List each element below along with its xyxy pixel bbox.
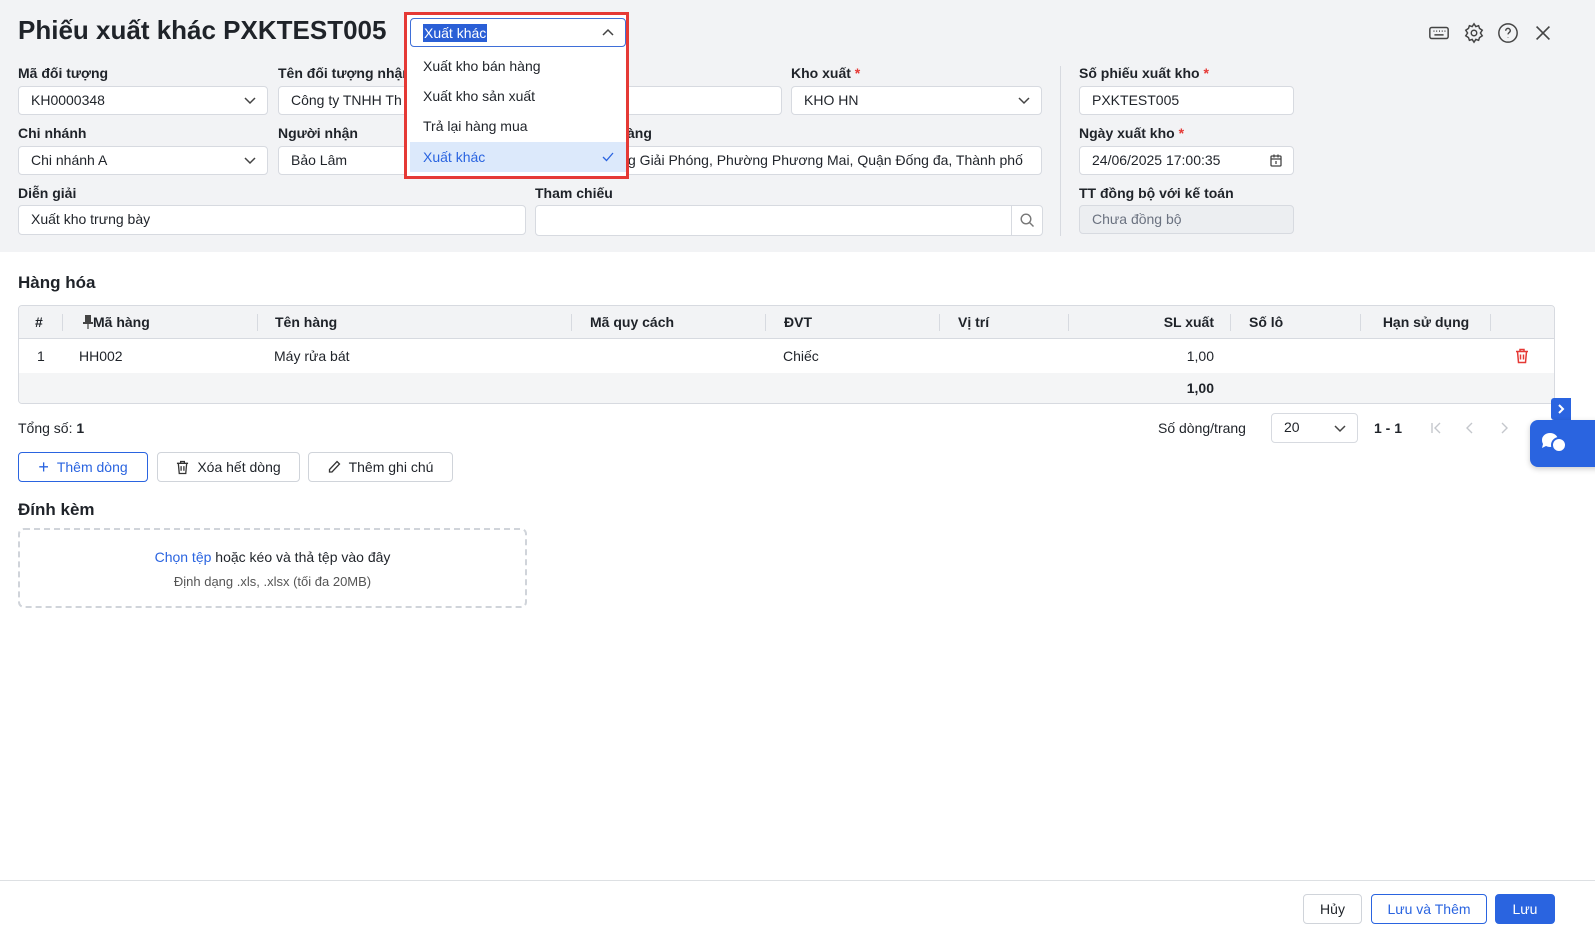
chevron-down-icon xyxy=(244,97,256,105)
chevron-down-icon xyxy=(244,157,256,165)
ten-doi-tuong-label: Tên đối tượng nhận xyxy=(278,65,411,81)
save-and-add-button[interactable]: Lưu và Thêm xyxy=(1371,894,1487,924)
delete-row-icon[interactable] xyxy=(1515,348,1529,364)
col-header-ten-hang: Tên hàng xyxy=(258,306,572,339)
side-panel-toggle[interactable] xyxy=(1551,398,1571,420)
pin-icon[interactable] xyxy=(83,315,93,329)
dien-giai-label: Diễn giải xyxy=(18,185,77,201)
nguoi-nhan-label: Người nhận xyxy=(278,125,358,141)
cell-name[interactable]: Máy rửa bát xyxy=(274,339,350,373)
option-xuat-khac[interactable]: Xuất khác xyxy=(410,142,626,172)
dien-giai-input[interactable]: Xuất kho trưng bày xyxy=(18,205,526,235)
total-qty: 1,00 xyxy=(1186,380,1214,396)
cell-code[interactable]: HH002 xyxy=(79,339,123,373)
prev-page-icon[interactable] xyxy=(1463,421,1477,435)
option-xuat-kho-san-xuat[interactable]: Xuất kho sản xuất xyxy=(410,81,626,111)
cell-unit[interactable]: Chiếc xyxy=(783,339,819,373)
type-select-value: Xuất khác xyxy=(423,24,488,42)
kho-xuat-value: KHO HN xyxy=(804,92,859,108)
plus-icon: + xyxy=(38,457,49,477)
tham-chieu-input[interactable] xyxy=(535,205,1043,236)
attach-section-title: Đính kèm xyxy=(18,500,95,519)
calendar-icon[interactable] xyxy=(1269,153,1283,167)
tt-dong-bo-label: TT đồng bộ với kế toán xyxy=(1079,185,1234,201)
type-dropdown[interactable]: Xuất khác Xuất kho bán hàng Xuất kho sản… xyxy=(404,12,629,179)
ngay-xuat-label: Ngày xuất kho * xyxy=(1079,125,1185,141)
so-phieu-label: Số phiếu xuất kho * xyxy=(1079,65,1209,81)
chevron-up-icon xyxy=(602,28,614,36)
search-icon xyxy=(1020,213,1034,227)
col-header-ma-hang[interactable]: Mã hàng xyxy=(63,306,258,339)
so-phieu-input[interactable]: PXKTEST005 xyxy=(1079,86,1294,115)
help-icon[interactable] xyxy=(1497,22,1519,44)
option-xuat-kho-ban-hang[interactable]: Xuất kho bán hàng xyxy=(410,51,626,81)
page-size-select[interactable]: 20 xyxy=(1271,413,1358,443)
trash-icon xyxy=(177,460,189,474)
drop-instruction: Chọn tệp hoặc kéo và thả tệp vào đây xyxy=(154,549,391,565)
file-drop-zone[interactable]: Chọn tệp hoặc kéo và thả tệp vào đây Địn… xyxy=(18,528,527,608)
col-header-dvt: ĐVT xyxy=(766,306,940,339)
divider xyxy=(1060,66,1061,236)
col-header-ma-quy-cach: Mã quy cách xyxy=(572,306,766,339)
page-title: Phiếu xuất khác PXKTEST005 xyxy=(18,15,387,45)
save-button[interactable]: Lưu xyxy=(1495,894,1555,924)
type-select[interactable]: Xuất khác xyxy=(410,18,626,47)
chi-nhanh-label: Chi nhánh xyxy=(18,125,87,141)
footer-divider xyxy=(0,880,1595,881)
col-header-han-su-dung: Hạn sử dụng xyxy=(1361,306,1491,339)
col-header-no: # xyxy=(19,306,63,339)
goods-table: # Mã hàng Tên hàng Mã quy cách ĐVT Vị tr… xyxy=(18,305,1555,404)
cell-no: 1 xyxy=(37,348,45,364)
chi-nhanh-value: Chi nhánh A xyxy=(31,152,108,168)
ma-doi-tuong-select[interactable]: KH0000348 xyxy=(18,86,268,115)
kho-xuat-label: Kho xuất * xyxy=(791,65,861,81)
page-range: 1 - 1 xyxy=(1374,420,1403,436)
chevron-right-icon xyxy=(1558,404,1565,414)
total-count: Tổng số: 1 xyxy=(18,420,85,436)
cell-qty[interactable]: 1,00 xyxy=(1069,339,1214,373)
cancel-button[interactable]: Hủy xyxy=(1303,894,1362,924)
check-icon xyxy=(602,152,614,162)
goods-section-title: Hàng hóa xyxy=(18,273,96,292)
chat-icon xyxy=(1541,433,1567,453)
tt-dong-bo-input: Chưa đồng bộ xyxy=(1079,205,1294,234)
chat-button[interactable] xyxy=(1530,420,1595,467)
add-note-button[interactable]: Thêm ghi chú xyxy=(308,452,453,482)
keyboard-icon[interactable] xyxy=(1428,22,1450,44)
option-tra-lai-hang-mua[interactable]: Trả lại hàng mua xyxy=(410,111,626,141)
col-header-sl-xuat: SL xuất xyxy=(1069,306,1231,339)
dia-chi-value: g Giải Phóng, Phường Phương Mai, Quận Đố… xyxy=(628,152,1023,168)
dia-chi-label: àng xyxy=(627,125,652,141)
col-header-vi-tri: Vị trí xyxy=(940,306,1069,339)
ngay-xuat-input[interactable]: 24/06/2025 17:00:35 xyxy=(1079,146,1294,175)
next-page-icon[interactable] xyxy=(1497,421,1511,435)
gear-icon[interactable] xyxy=(1463,22,1485,44)
tham-chieu-label: Tham chiếu xyxy=(535,185,613,201)
delete-all-rows-button[interactable]: Xóa hết dòng xyxy=(157,452,300,482)
col-header-so-lo: Số lô xyxy=(1231,306,1361,339)
first-page-icon[interactable] xyxy=(1429,421,1443,435)
chevron-down-icon xyxy=(1334,425,1346,433)
ngay-xuat-value: 24/06/2025 17:00:35 xyxy=(1092,152,1221,168)
pencil-icon xyxy=(328,460,340,473)
ten-doi-tuong-value: Công ty TNHH Th xyxy=(291,92,402,108)
nguoi-nhan-value: Bảo Lâm xyxy=(291,152,348,168)
ma-doi-tuong-value: KH0000348 xyxy=(31,92,105,108)
file-format-hint: Định dạng .xls, .xlsx (tối đa 20MB) xyxy=(173,574,372,589)
so-phieu-value: PXKTEST005 xyxy=(1092,92,1180,108)
chevron-down-icon xyxy=(1018,97,1030,105)
search-button[interactable] xyxy=(1011,206,1042,235)
choose-file-link[interactable]: Chọn tệp xyxy=(155,549,212,565)
kho-xuat-select[interactable]: KHO HN xyxy=(791,86,1042,115)
close-icon[interactable] xyxy=(1532,22,1554,44)
page-size-label: Số dòng/trang xyxy=(1158,420,1246,436)
col-header-actions xyxy=(1491,306,1554,339)
dien-giai-value: Xuất kho trưng bày xyxy=(31,211,151,227)
ma-doi-tuong-label: Mã đối tượng xyxy=(18,65,109,81)
total-row: 1,00 xyxy=(19,373,1554,403)
chi-nhanh-select[interactable]: Chi nhánh A xyxy=(18,146,268,175)
add-row-button[interactable]: + Thêm dòng xyxy=(18,452,148,482)
